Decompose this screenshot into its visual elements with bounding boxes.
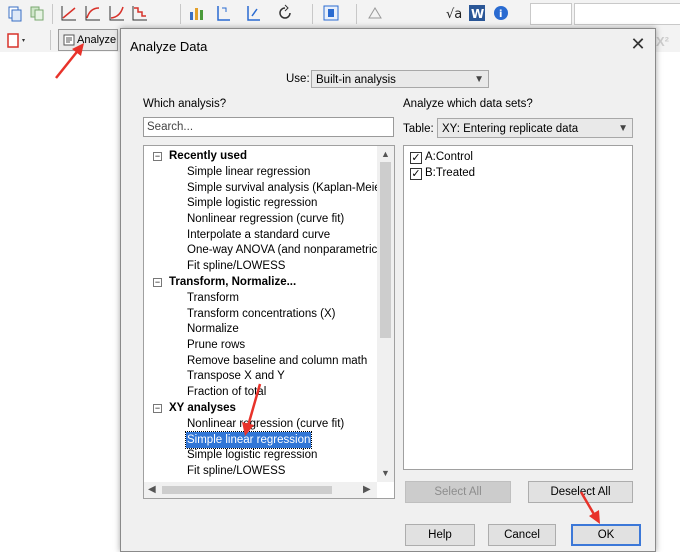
cancel-button[interactable]: Cancel	[488, 524, 556, 546]
analyze-chart-icon[interactable]	[188, 4, 206, 22]
tree-item[interactable]: Nonlinear regression (curve fit)	[187, 211, 344, 227]
group-xy-analyses[interactable]: XY analyses	[169, 400, 236, 416]
use-select[interactable]: Built-in analysis ▼	[311, 70, 489, 88]
annotation-arrow-icon	[579, 491, 600, 524]
help-button[interactable]: Help	[405, 524, 475, 546]
annotation-arrow-icon	[242, 383, 262, 436]
toolbar-separator	[356, 4, 357, 24]
svg-text:i: i	[499, 9, 502, 20]
checkbox-b-treated[interactable]: ✓	[410, 168, 422, 180]
collapse-icon[interactable]: −	[153, 404, 162, 413]
copy-icon[interactable]	[6, 4, 24, 22]
chevron-down-icon: ▼	[474, 74, 484, 85]
tree-item[interactable]: Transform concentrations (X)	[187, 306, 335, 322]
collapse-icon[interactable]: −	[153, 278, 162, 287]
math-icon[interactable]: √a	[445, 4, 463, 22]
svg-text:√a: √a	[446, 7, 462, 22]
normalize-icon[interactable]	[244, 4, 262, 22]
analysis-tree[interactable]: − Recently used Simple linear regression…	[143, 145, 395, 499]
close-icon[interactable]: ✕	[629, 35, 647, 53]
which-analysis-label: Which analysis?	[143, 98, 227, 110]
toolbar-separator	[52, 4, 53, 24]
collapse-icon[interactable]: −	[153, 152, 162, 161]
chevron-up-icon[interactable]: ▲	[381, 149, 390, 159]
chevron-left-icon[interactable]: ◀	[148, 484, 156, 495]
chart-style-icon[interactable]	[366, 4, 384, 22]
graph-exp-icon[interactable]	[108, 4, 126, 22]
tree-item[interactable]: Remove baseline and column math	[187, 353, 367, 369]
graph-cumulative-icon[interactable]	[131, 4, 149, 22]
scroll-thumb[interactable]	[162, 486, 332, 494]
tree-item[interactable]: Simple linear regression	[187, 164, 310, 180]
vertical-scrollbar[interactable]: ▲ ▼	[377, 146, 394, 482]
toolbar-separator	[180, 4, 181, 24]
dialog-title: Analyze Data	[130, 39, 208, 54]
chevron-right-icon[interactable]: ▶	[363, 484, 371, 495]
tree-item[interactable]: Prune rows	[187, 337, 245, 353]
tree-item[interactable]: Transform	[187, 290, 239, 306]
tree-item[interactable]: Simple logistic regression	[187, 195, 317, 211]
info-icon[interactable]: i	[492, 4, 510, 22]
font-combo[interactable]	[574, 3, 680, 25]
tree-item[interactable]: One-way ANOVA (and nonparametric or	[187, 242, 391, 258]
tree-item[interactable]: Normalize	[187, 321, 239, 337]
sheet-icon[interactable]	[322, 4, 340, 22]
scroll-thumb[interactable]	[380, 162, 391, 338]
table-select[interactable]: XY: Entering replicate data ▼	[437, 118, 633, 138]
paste-icon[interactable]	[28, 4, 46, 22]
table-label: Table:	[403, 123, 434, 135]
word-icon[interactable]: W	[468, 4, 486, 22]
clipboard-icon[interactable]	[6, 31, 28, 49]
chevron-down-icon[interactable]: ▼	[381, 468, 390, 478]
main-toolbar: √a W i	[0, 0, 680, 29]
tree-item[interactable]: Simple logistic regression	[187, 447, 317, 463]
use-select-value: Built-in analysis	[316, 74, 396, 86]
checkbox-a-control[interactable]: ✓	[410, 152, 422, 164]
graph-linear-icon[interactable]	[60, 4, 78, 22]
graph-log-icon[interactable]	[84, 4, 102, 22]
transform-icon[interactable]	[214, 4, 232, 22]
navigator-panel	[0, 52, 123, 550]
use-label: Use:	[286, 73, 310, 85]
svg-text:W: W	[471, 7, 484, 21]
group-recently-used[interactable]: Recently used	[169, 148, 247, 164]
data-set-label[interactable]: A:Control	[425, 149, 473, 165]
table-select-value: XY: Entering replicate data	[442, 123, 579, 135]
group-transform-normalize[interactable]: Transform, Normalize...	[169, 274, 296, 290]
data-set-label[interactable]: B:Treated	[425, 165, 475, 181]
data-sets-list[interactable]: ✓ A:Control ✓ B:Treated	[403, 145, 633, 470]
toolbar-separator	[312, 4, 313, 24]
tree-item[interactable]: Fit spline/LOWESS	[187, 463, 285, 479]
refresh-icon[interactable]	[276, 4, 294, 22]
search-input[interactable]: Search...	[143, 117, 394, 137]
annotation-arrow-icon	[55, 43, 84, 79]
select-all-button[interactable]: Select All	[405, 481, 511, 503]
chevron-down-icon: ▼	[618, 123, 628, 134]
analyze-data-dialog: Analyze Data ✕ Use: Built-in analysis ▼ …	[120, 28, 656, 552]
horizontal-scrollbar[interactable]: ◀ ▶	[144, 482, 377, 498]
superscript-x-icon: X²	[656, 34, 669, 49]
data-sets-label: Analyze which data sets?	[403, 98, 533, 110]
tree-item[interactable]: Simple survival analysis (Kaplan-Meier)	[187, 180, 388, 196]
tree-item[interactable]: Fit spline/LOWESS	[187, 258, 285, 274]
tree-item[interactable]: Interpolate a standard curve	[187, 227, 330, 243]
tree-item[interactable]: Transpose X and Y	[187, 368, 285, 384]
zoom-combo[interactable]	[530, 3, 572, 25]
